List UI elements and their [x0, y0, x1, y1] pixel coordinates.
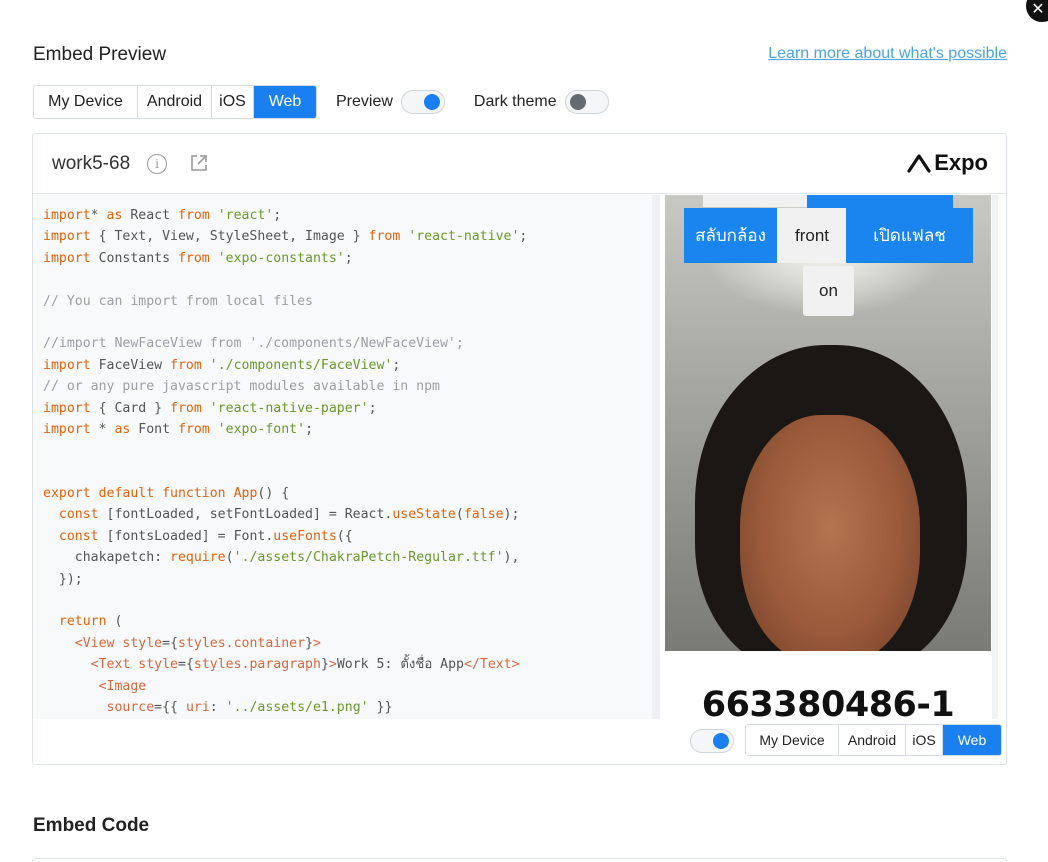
expo-logo: Expo: [907, 150, 988, 176]
code-editor[interactable]: import* as React from 'react'; import { T…: [33, 195, 652, 719]
top-gray-partial: [703, 195, 807, 207]
preview-footer-toggle[interactable]: [690, 729, 734, 753]
switch-camera-button[interactable]: สลับกล้อง: [684, 208, 777, 263]
flash-state-label: on: [803, 266, 854, 316]
student-id-text: 663380486-1: [701, 685, 955, 719]
preview-label: Preview: [336, 93, 393, 110]
device-preview: สลับกล้อง front เปิดแฟลช on 663380486-1: [660, 195, 1000, 719]
code-line: import* as React from 'react';: [43, 208, 282, 223]
dark-theme-toggle[interactable]: [564, 90, 609, 114]
code-line: <View style={styles.container}>: [74, 635, 321, 651]
card-header: work5-68 i Expo: [33, 134, 1006, 194]
flash-button[interactable]: เปิดแฟลช: [846, 208, 973, 263]
expo-icon: [907, 154, 931, 173]
preview-toggle[interactable]: [400, 90, 445, 114]
code-line: import FaceView from './components/FaceV…: [43, 357, 401, 373]
snack-name: work5-68: [52, 153, 131, 174]
embed-code-box: [32, 858, 1007, 862]
app-screen: สลับกล้อง front เปิดแฟลช on 663380486-1: [665, 195, 991, 719]
embed-controls: My Device Android iOS Web Preview Dark t…: [33, 85, 609, 119]
camera-side-label: front: [777, 208, 847, 263]
code-line: // or any pure javascript modules availa…: [43, 379, 440, 395]
footer-platform-ios[interactable]: iOS: [906, 725, 943, 755]
dark-theme-label: Dark theme: [473, 93, 557, 110]
footer-platform-android[interactable]: Android: [839, 725, 906, 755]
code-line: import * as Font from 'expo-font';: [43, 421, 314, 437]
platform-web[interactable]: Web: [254, 86, 316, 118]
footer-platform-web[interactable]: Web: [943, 725, 1001, 755]
learn-more-link[interactable]: Learn more about what's possible: [768, 45, 1007, 63]
code-line: <Text style={styles.paragraph}>Work 5: ต…: [90, 657, 520, 673]
platform-ios[interactable]: iOS: [212, 86, 254, 118]
code-line: // You can import from local files: [43, 293, 313, 309]
code-line: });: [43, 571, 83, 587]
code-line: const [fontLoaded, setFontLoaded] = Reac…: [58, 507, 520, 523]
code-line: const [fontsLoaded] = Font.useFonts({: [58, 528, 353, 544]
code-line: import { Card } from 'react-native-paper…: [43, 400, 377, 416]
page-title: Embed Preview: [33, 44, 167, 65]
close-icon[interactable]: ✕: [1024, 0, 1048, 24]
code-line: chakapetch: require('./assets/ChakraPetc…: [43, 550, 520, 566]
info-icon[interactable]: i: [147, 154, 167, 174]
camera-view: [665, 195, 991, 651]
platform-selector: My Device Android iOS Web: [33, 85, 317, 119]
embed-code-title: Embed Code: [33, 815, 150, 836]
platform-android[interactable]: Android: [138, 86, 212, 118]
embed-preview-card: work5-68 i Expo import* as React from 'r…: [32, 133, 1007, 765]
code-line: import Constants from 'expo-constants';: [43, 250, 353, 266]
code-line: return (: [58, 614, 123, 630]
code-line: <Image: [98, 678, 147, 694]
code-line: //import NewFaceView from './components/…: [43, 336, 464, 352]
footer-platform-my-device[interactable]: My Device: [746, 725, 839, 755]
platform-my-device[interactable]: My Device: [34, 86, 138, 118]
code-scrollbar[interactable]: [652, 195, 660, 719]
expo-brand: Expo: [934, 150, 988, 175]
preview-scrollbar[interactable]: [992, 195, 998, 719]
code-line: export default function App() {: [43, 486, 290, 502]
camera-subject-face: [740, 415, 920, 651]
external-link-icon[interactable]: [189, 153, 209, 173]
code-line: import { Text, View, StyleSheet, Image }…: [43, 229, 528, 245]
footer-platform-selector: My Device Android iOS Web: [745, 724, 1002, 756]
code-line: source={{ uri: '../assets/e1.png' }}: [106, 699, 393, 715]
preview-footer: My Device Android iOS Web: [33, 719, 1006, 765]
